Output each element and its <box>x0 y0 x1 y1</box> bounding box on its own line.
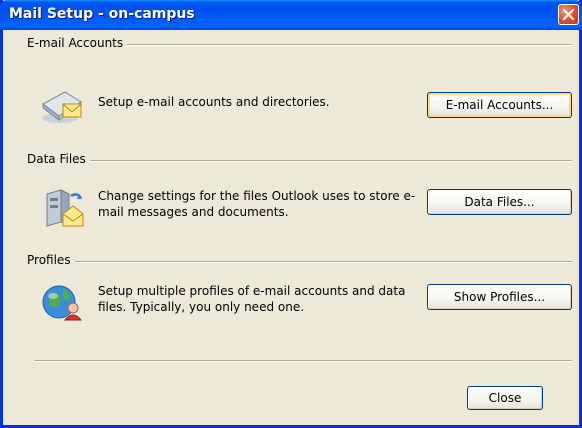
mail-accounts-icon <box>42 91 82 123</box>
data-files-description: Change settings for the files Outlook us… <box>98 189 416 219</box>
window-close-button[interactable] <box>558 4 579 25</box>
email-accounts-description: Setup e-mail accounts and directories. <box>98 95 330 109</box>
dialog-body: E-mail Accounts Setup e-mail accounts an… <box>3 30 579 425</box>
close-button[interactable]: Close <box>467 386 543 410</box>
data-files-icon <box>46 189 84 227</box>
title-bar[interactable]: Mail Setup - on-campus <box>0 0 582 30</box>
footer-divider <box>35 360 572 362</box>
section-divider <box>27 160 572 162</box>
mail-setup-dialog: Mail Setup - on-campus E-mail Accounts S… <box>0 0 582 428</box>
close-icon <box>562 8 575 21</box>
profiles-icon <box>42 285 83 321</box>
email-accounts-button[interactable]: E-mail Accounts... <box>427 92 572 118</box>
data-files-heading: Data Files <box>27 152 90 166</box>
profiles-description: Setup multiple profiles of e-mail accoun… <box>98 284 406 314</box>
section-divider <box>27 261 572 263</box>
window-title: Mail Setup - on-campus <box>9 6 195 22</box>
show-profiles-button[interactable]: Show Profiles... <box>427 284 572 310</box>
profiles-heading: Profiles <box>27 253 75 267</box>
email-accounts-heading: E-mail Accounts <box>27 36 128 50</box>
data-files-button[interactable]: Data Files... <box>427 189 572 215</box>
